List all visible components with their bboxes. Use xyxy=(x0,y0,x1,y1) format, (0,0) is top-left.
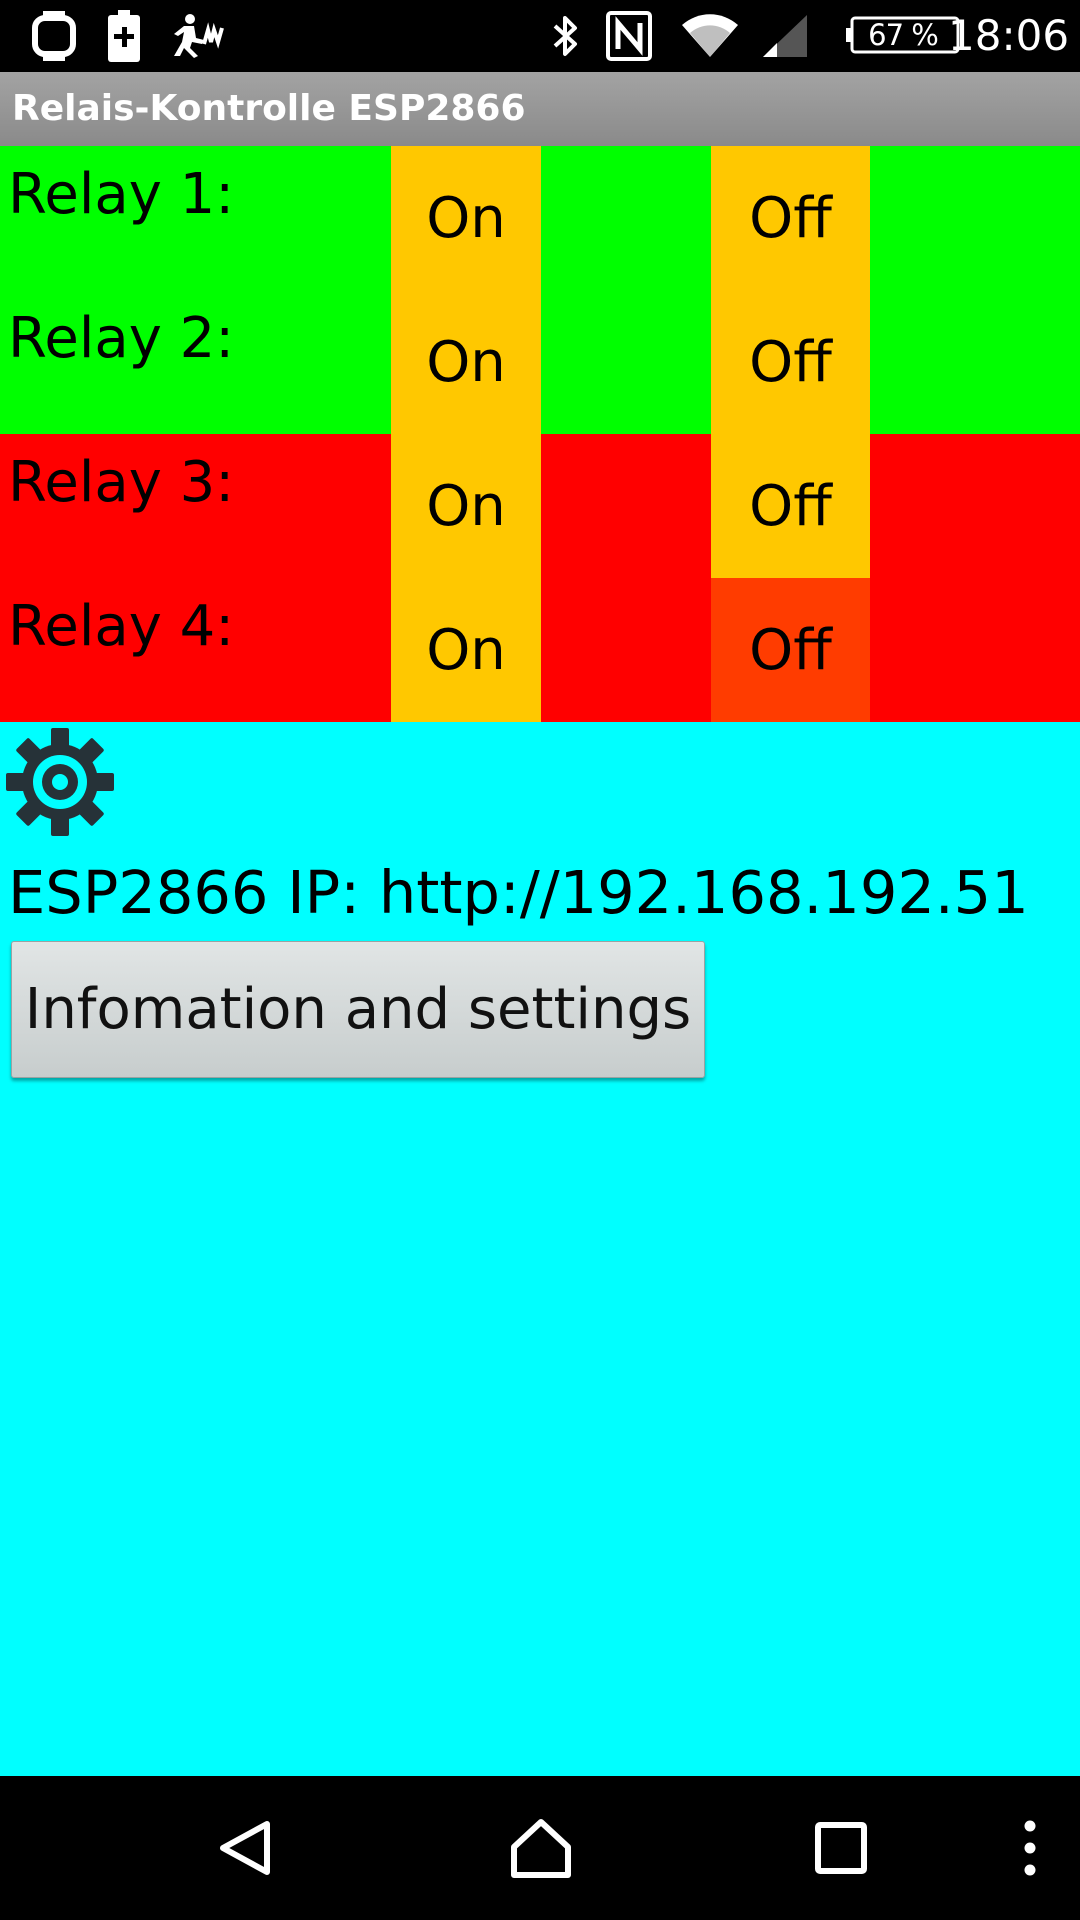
relay-label-4: Relay 4: xyxy=(8,594,235,659)
relay-2-off-button[interactable]: Off xyxy=(711,290,870,434)
nfc-icon xyxy=(604,0,654,72)
screen: 67 % 18:06 Relais-Kontrolle ESP2866 Rela… xyxy=(0,0,1080,1920)
app-bar: Relais-Kontrolle ESP2866 xyxy=(0,72,1080,146)
smartwatch-icon xyxy=(28,0,80,72)
relay-3-off-button[interactable]: Off xyxy=(711,434,870,578)
relay-row-1: Relay 1: On Off xyxy=(0,146,1080,290)
relay-label-1: Relay 1: xyxy=(8,162,235,227)
content-area: Relay 1: On Off Relay 2: On Off Relay 3:… xyxy=(0,146,1080,1776)
wifi-icon xyxy=(678,0,742,72)
status-bar: 67 % 18:06 xyxy=(0,0,1080,72)
app-title: Relais-Kontrolle ESP2866 xyxy=(12,88,526,129)
relay-label-2: Relay 2: xyxy=(8,306,235,371)
relay-label-3: Relay 3: xyxy=(8,450,235,515)
battery-saver-icon xyxy=(106,0,142,72)
relay-row-3: Relay 3: On Off xyxy=(0,434,1080,578)
battery-percent: 67 % xyxy=(868,18,939,52)
bluetooth-icon xyxy=(548,0,584,72)
esp-ip-text: ESP2866 IP: http://192.168.192.51 xyxy=(8,858,1029,927)
cell-signal-icon xyxy=(760,0,810,72)
recents-icon[interactable] xyxy=(786,1776,896,1920)
battery-icon: 67 % xyxy=(846,16,960,54)
overflow-menu-icon[interactable] xyxy=(1000,1776,1060,1920)
home-icon[interactable] xyxy=(486,1776,596,1920)
clock: 18:06 xyxy=(948,11,1070,60)
relay-1-on-button[interactable]: On xyxy=(391,146,541,290)
navigation-bar xyxy=(0,1776,1080,1920)
relay-row-2: Relay 2: On Off xyxy=(0,290,1080,434)
information-settings-button[interactable]: Infomation and settings xyxy=(11,941,705,1078)
gear-icon[interactable] xyxy=(4,726,116,838)
relay-4-off-button[interactable]: Off xyxy=(711,578,870,722)
relay-row-4: Relay 4: On Off xyxy=(0,578,1080,722)
relay-3-on-button[interactable]: On xyxy=(391,434,541,578)
activity-run-icon xyxy=(170,0,226,72)
relay-4-on-button[interactable]: On xyxy=(391,578,541,722)
relay-1-off-button[interactable]: Off xyxy=(711,146,870,290)
back-icon[interactable] xyxy=(190,1776,300,1920)
relay-2-on-button[interactable]: On xyxy=(391,290,541,434)
